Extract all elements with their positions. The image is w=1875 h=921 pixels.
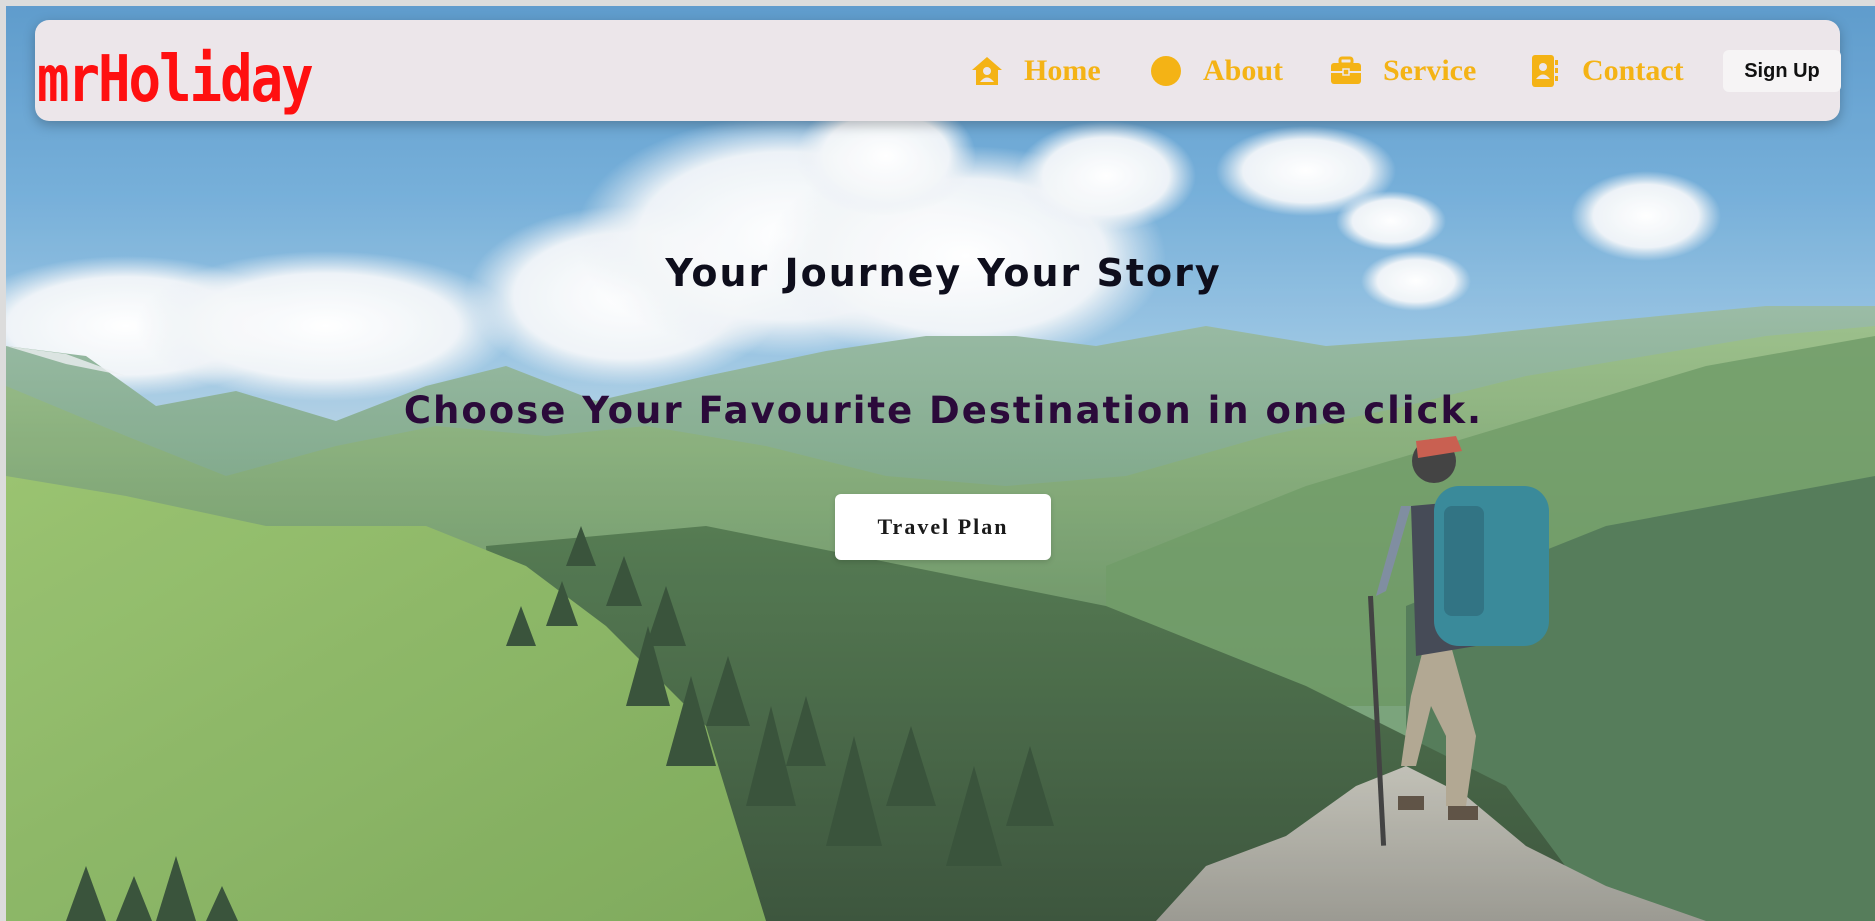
hero-section: Your Journey Your Story Choose Your Favo… xyxy=(6,6,1875,921)
contact-book-icon xyxy=(1528,54,1562,88)
nav-home-label: Home xyxy=(1024,54,1101,87)
nav-about-label: About xyxy=(1203,54,1284,87)
top-navbar: mrHoliday Home About Service Contact Sig… xyxy=(35,20,1841,121)
sign-up-button[interactable]: Sign Up xyxy=(1723,50,1841,92)
home-icon xyxy=(970,54,1004,88)
briefcase-icon xyxy=(1329,54,1363,88)
mountain-landscape-background xyxy=(6,6,1875,921)
nav-contact[interactable]: Contact xyxy=(1528,50,1684,92)
nav-contact-label: Contact xyxy=(1582,54,1684,87)
hero-title: Your Journey Your Story xyxy=(665,251,1222,295)
brand-logo[interactable]: mrHoliday xyxy=(37,47,314,112)
nav-home[interactable]: Home xyxy=(970,50,1101,92)
circle-icon xyxy=(1149,54,1183,88)
nav-service-label: Service xyxy=(1383,54,1477,87)
nav-about[interactable]: About xyxy=(1149,50,1283,92)
nav-service[interactable]: Service xyxy=(1329,50,1476,92)
hero-subtitle: Choose Your Favourite Destination in one… xyxy=(403,389,1484,432)
travel-plan-button[interactable]: Travel Plan xyxy=(835,494,1051,560)
